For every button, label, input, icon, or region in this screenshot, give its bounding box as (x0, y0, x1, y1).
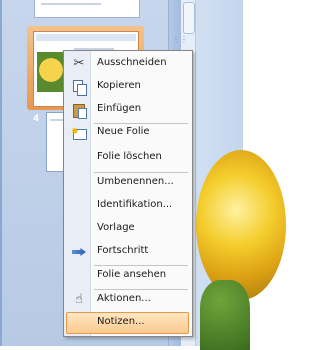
menu-item-label: Notizen... (97, 316, 145, 327)
copy-icon (71, 79, 87, 96)
menu-item-label: Folie löschen (97, 151, 162, 162)
new-slide-icon: ✸ (71, 125, 87, 141)
menu-item-label: Aktionen... (97, 293, 151, 304)
menu-item-ausschneiden[interactable]: ✂ Ausschneiden (66, 53, 189, 75)
hand-pointer-icon: ☝ (75, 292, 83, 307)
menu-item-label: Umbenennen... (97, 176, 174, 187)
menu-item-umbenennen[interactable]: Umbenennen... (66, 172, 189, 194)
slide-number-4: 4 (33, 114, 40, 124)
scrollbar-thumb[interactable] (183, 2, 195, 34)
context-menu: ✂ Ausschneiden Kopieren Einfügen ✸ Neue … (63, 50, 193, 337)
menu-item-vorlage[interactable]: Vorlage (66, 218, 189, 240)
menu-item-einfuegen[interactable]: Einfügen (66, 99, 189, 121)
menu-item-kopieren[interactable]: Kopieren (66, 76, 189, 98)
menu-item-label: Folie ansehen (97, 269, 167, 280)
menu-item-label: Kopieren (97, 80, 141, 91)
menu-item-label: Einfügen (97, 103, 142, 114)
menu-item-label: Ausschneiden (97, 57, 167, 68)
menu-item-label: Vorlage (97, 222, 135, 233)
menu-item-aktionen[interactable]: ☝ Aktionen... (66, 289, 189, 311)
scissors-icon: ✂ (73, 56, 85, 71)
menu-item-folie-ansehen[interactable]: Folie ansehen (66, 265, 189, 287)
menu-item-label: Neue Folie (97, 126, 150, 137)
thumbnail-flower-image (37, 52, 65, 92)
menu-item-neue-folie[interactable]: ✸ Neue Folie (66, 122, 189, 144)
menu-item-identifikation[interactable]: Identifikation... (66, 195, 189, 217)
slide-thumbnail-2[interactable] (34, 0, 140, 18)
panel-left-edge (0, 0, 2, 346)
paste-icon (71, 102, 87, 119)
splitter-grip-icon: ⋮⋮ (172, 35, 188, 44)
menu-item-folie-loeschen[interactable]: Folie löschen (66, 147, 189, 169)
menu-item-fortschritt[interactable]: Fortschritt (66, 241, 189, 263)
menu-item-label: Identifikation... (97, 199, 173, 210)
slide-leaf-image (200, 280, 250, 350)
progress-arrow-icon (71, 244, 87, 260)
menu-item-label: Fortschritt (97, 245, 149, 256)
menu-item-notizen[interactable]: Notizen... (66, 312, 189, 334)
slide-flower-image (196, 150, 286, 300)
